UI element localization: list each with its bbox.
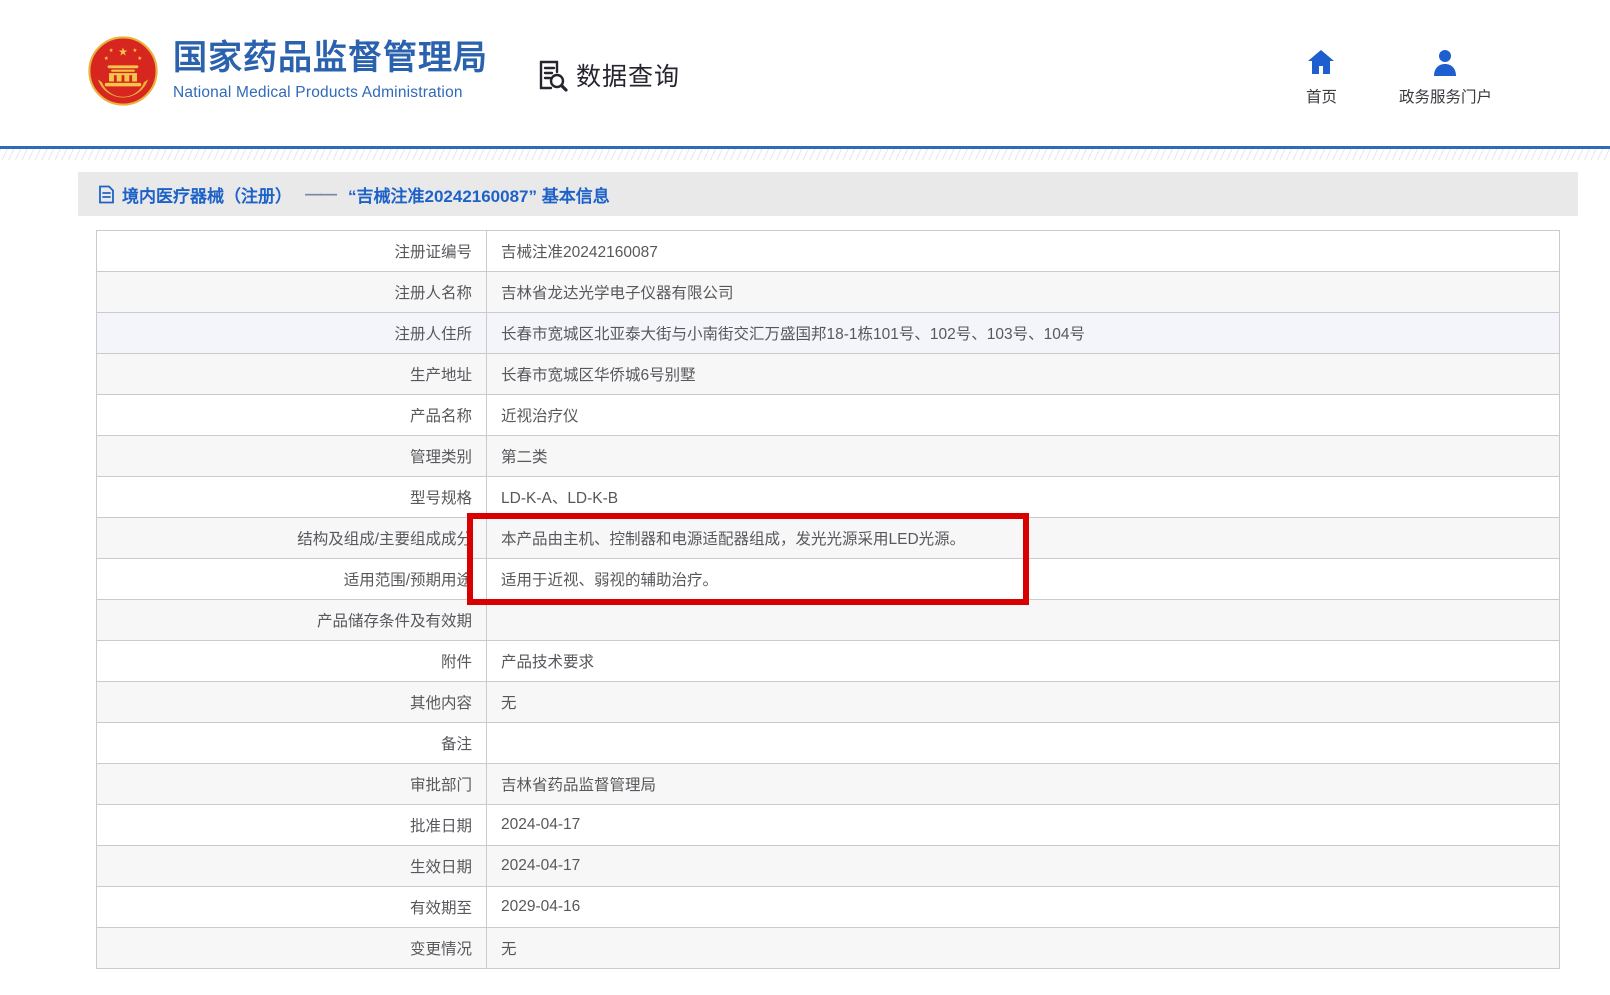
doc-search-icon <box>533 57 569 93</box>
site-logo[interactable]: ★ ★ ★ ★ ★ 国家药品监督管理局 National Medical Pro… <box>88 36 488 106</box>
table-row: 适用范围/预期用途适用于近视、弱视的辅助治疗。 <box>97 559 1560 600</box>
table-row: 产品储存条件及有效期 <box>97 600 1560 641</box>
row-label: 批准日期 <box>97 805 487 846</box>
row-value: 2024-04-17 <box>487 846 1560 887</box>
svg-text:★: ★ <box>104 55 109 62</box>
main-content: 境内医疗器械（注册） —— “吉械注准20242160087” 基本信息 注册证… <box>78 172 1578 969</box>
row-value: 吉林省药品监督管理局 <box>487 764 1560 805</box>
row-label: 其他内容 <box>97 682 487 723</box>
nav-item-home[interactable]: 首页 <box>1306 48 1337 107</box>
svg-text:★: ★ <box>132 47 137 54</box>
national-emblem-icon: ★ ★ ★ ★ ★ <box>88 36 158 106</box>
decorative-stripe-band <box>0 149 1610 160</box>
org-name-cn: 国家药品监督管理局 <box>173 40 488 77</box>
row-value: 产品技术要求 <box>487 641 1560 682</box>
svg-text:★: ★ <box>109 47 114 54</box>
row-value: LD-K-A、LD-K-B <box>487 477 1560 518</box>
top-nav: 首页 政务服务门户 <box>1306 48 1492 107</box>
row-label: 产品储存条件及有效期 <box>97 600 487 641</box>
data-query-section[interactable]: 数据查询 <box>533 57 680 93</box>
row-value <box>487 600 1560 641</box>
row-value: 2024-04-17 <box>487 805 1560 846</box>
row-label: 适用范围/预期用途 <box>97 559 487 600</box>
row-label: 生产地址 <box>97 354 487 395</box>
table-row: 有效期至2029-04-16 <box>97 887 1560 928</box>
row-value: 长春市宽城区华侨城6号别墅 <box>487 354 1560 395</box>
row-value: 适用于近视、弱视的辅助治疗。 <box>487 559 1560 600</box>
table-row: 生效日期2024-04-17 <box>97 846 1560 887</box>
row-label: 审批部门 <box>97 764 487 805</box>
home-icon <box>1306 48 1336 76</box>
table-row: 变更情况无 <box>97 928 1560 969</box>
row-label: 附件 <box>97 641 487 682</box>
row-label: 产品名称 <box>97 395 487 436</box>
svg-text:★: ★ <box>137 55 142 62</box>
org-name-en: National Medical Products Administration <box>173 84 488 102</box>
nav-home-label: 首页 <box>1306 85 1337 107</box>
registration-info-table: 注册证编号吉械注准20242160087注册人名称吉林省龙达光学电子仪器有限公司… <box>96 230 1560 969</box>
row-label: 型号规格 <box>97 477 487 518</box>
page-title-bar: 境内医疗器械（注册） —— “吉械注准20242160087” 基本信息 <box>78 172 1578 216</box>
row-value: 2029-04-16 <box>487 887 1560 928</box>
page-title-detail: “吉械注准20242160087” 基本信息 <box>348 182 610 207</box>
svg-text:★: ★ <box>118 47 128 59</box>
row-value: 无 <box>487 928 1560 969</box>
table-row: 注册证编号吉械注准20242160087 <box>97 231 1560 272</box>
table-row: 批准日期2024-04-17 <box>97 805 1560 846</box>
row-label: 注册人住所 <box>97 313 487 354</box>
row-value: 近视治疗仪 <box>487 395 1560 436</box>
table-row: 注册人名称吉林省龙达光学电子仪器有限公司 <box>97 272 1560 313</box>
row-label: 结构及组成/主要组成成分 <box>97 518 487 559</box>
row-value: 吉林省龙达光学电子仪器有限公司 <box>487 272 1560 313</box>
page-title-category: 境内医疗器械（注册） <box>122 182 292 207</box>
row-value: 无 <box>487 682 1560 723</box>
row-label: 管理类别 <box>97 436 487 477</box>
table-row: 附件产品技术要求 <box>97 641 1560 682</box>
org-title-block: 国家药品监督管理局 National Medical Products Admi… <box>173 40 488 101</box>
row-value <box>487 723 1560 764</box>
table-row: 结构及组成/主要组成成分本产品由主机、控制器和电源适配器组成，发光光源采用LED… <box>97 518 1560 559</box>
row-value: 吉械注准20242160087 <box>487 231 1560 272</box>
row-value: 长春市宽城区北亚泰大街与小南街交汇万盛国邦18-1栋101号、102号、103号… <box>487 313 1560 354</box>
table-row: 型号规格LD-K-A、LD-K-B <box>97 477 1560 518</box>
row-label: 生效日期 <box>97 846 487 887</box>
row-value: 第二类 <box>487 436 1560 477</box>
data-query-label: 数据查询 <box>576 57 680 93</box>
site-header: ★ ★ ★ ★ ★ 国家药品监督管理局 National Medical Pro… <box>0 0 1610 146</box>
row-value: 本产品由主机、控制器和电源适配器组成，发光光源采用LED光源。 <box>487 518 1560 559</box>
table-row: 备注 <box>97 723 1560 764</box>
user-icon <box>1430 48 1460 76</box>
nav-portal-label: 政务服务门户 <box>1399 85 1492 107</box>
table-row: 审批部门吉林省药品监督管理局 <box>97 764 1560 805</box>
row-label: 注册证编号 <box>97 231 487 272</box>
nav-item-gov-portal[interactable]: 政务服务门户 <box>1399 48 1492 107</box>
row-label: 变更情况 <box>97 928 487 969</box>
table-row: 其他内容无 <box>97 682 1560 723</box>
registration-table-wrapper: 注册证编号吉械注准20242160087注册人名称吉林省龙达光学电子仪器有限公司… <box>78 216 1578 969</box>
row-label: 注册人名称 <box>97 272 487 313</box>
table-row: 注册人住所长春市宽城区北亚泰大街与小南街交汇万盛国邦18-1栋101号、102号… <box>97 313 1560 354</box>
table-row: 管理类别第二类 <box>97 436 1560 477</box>
table-row: 生产地址长春市宽城区华侨城6号别墅 <box>97 354 1560 395</box>
row-label: 有效期至 <box>97 887 487 928</box>
table-row: 产品名称近视治疗仪 <box>97 395 1560 436</box>
page-title-dash: —— <box>305 184 335 204</box>
document-icon <box>98 185 115 204</box>
row-label: 备注 <box>97 723 487 764</box>
